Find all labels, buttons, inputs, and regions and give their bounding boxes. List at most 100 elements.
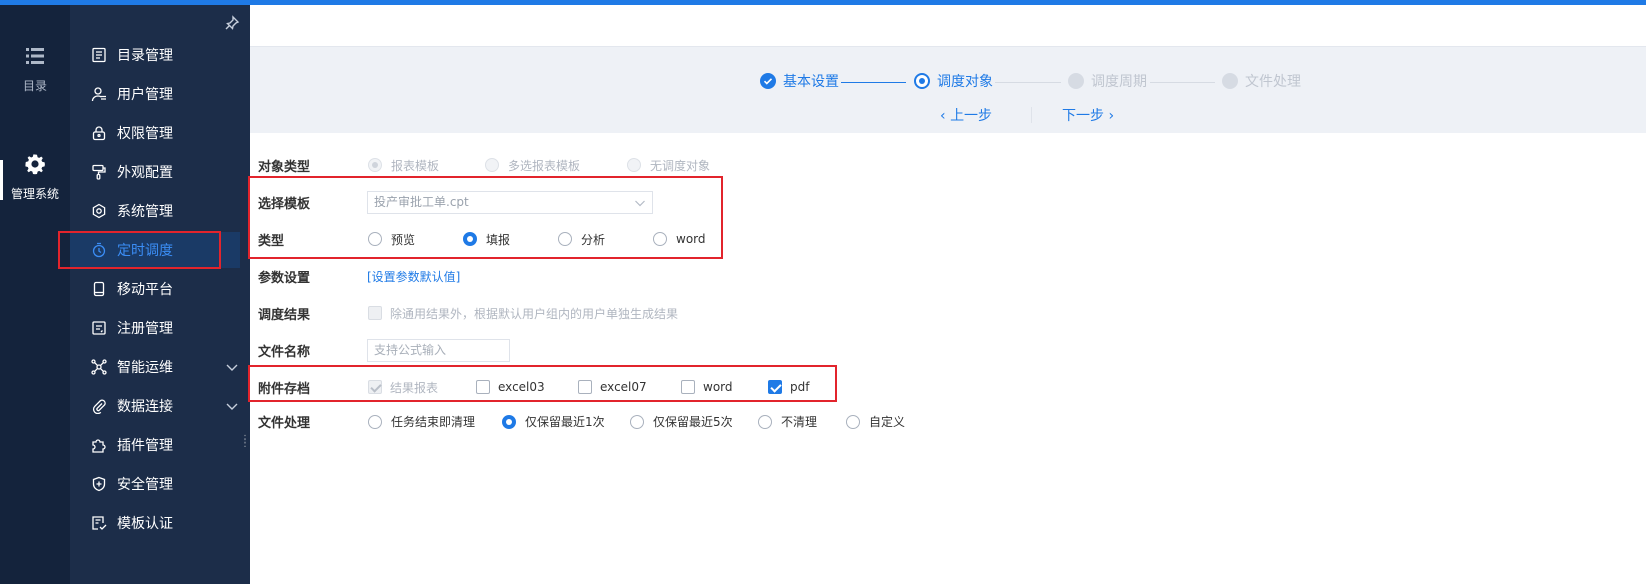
radio-circle [485, 158, 499, 172]
chevron-down-icon [226, 403, 238, 410]
step-scheduling-object[interactable]: 调度对象 [914, 71, 993, 91]
shield-icon [90, 475, 108, 493]
radio-label: 多选报表模板 [508, 158, 581, 173]
sidebar-item-label: 系统管理 [117, 204, 173, 220]
pending-step-icon [1222, 73, 1238, 89]
sidebar-item-mobile[interactable]: 移动平台 [70, 271, 240, 307]
checkbox-label: 除通用结果外，根据默认用户组内的用户单独生成结果 [390, 306, 679, 321]
sidebar-item-data-connection[interactable]: 数据连接 [70, 388, 240, 424]
filename-row: 文件名称 支持公式输入 [250, 338, 1646, 362]
resize-handle[interactable]: ⋮ ⋮ [240, 435, 250, 450]
radio-label: 报表模板 [391, 158, 440, 173]
radio-label: 仅保留最近1次 [525, 415, 605, 429]
sidebar-item-label: 安全管理 [117, 477, 173, 493]
pending-step-icon [1068, 73, 1084, 89]
header-strip [250, 5, 1646, 47]
step-file-processing[interactable]: 文件处理 [1222, 71, 1301, 91]
highlight-box-attachment [248, 365, 837, 402]
sidebar-item-permissions[interactable]: 权限管理 [70, 115, 240, 151]
object-type-multi-radio[interactable]: 多选报表模板 [485, 157, 580, 174]
rail-catalog-label: 目录 [22, 79, 47, 93]
gear-icon [25, 154, 45, 175]
radio-circle [630, 414, 644, 429]
rail-system-label: 管理系统 [10, 187, 59, 201]
sidebar-item-label: 用户管理 [117, 87, 173, 103]
sidebar-item-ops[interactable]: 智能运维 [70, 349, 240, 385]
pager-divider [1031, 107, 1032, 123]
sidebar-nav: 目录管理 用户管理 权限管理 外观配置 系统管理 定时调度 移动平台 注册管理 … [70, 5, 250, 584]
puzzle-icon [90, 436, 108, 454]
radio-circle [627, 158, 641, 172]
no-cleanup-radio[interactable]: 不清理 [758, 413, 817, 430]
custom-cleanup-radio[interactable]: 自定义 [846, 413, 905, 430]
settings-icon [90, 202, 108, 220]
object-type-none-radio[interactable]: 无调度对象 [627, 157, 710, 174]
chevron-left-icon: ‹ [940, 108, 951, 124]
sidebar-item-system[interactable]: 系统管理 [70, 193, 240, 229]
network-icon [90, 358, 108, 376]
radio-label: 仅保留最近5次 [653, 415, 733, 429]
file-processing-label: 文件处理 [258, 415, 311, 431]
main-panel: 基本设置 调度对象 调度周期 文件处理 ‹ 上一步 下一步 › 对象类型 报表模… [250, 5, 1646, 584]
radio-label: 不清理 [781, 415, 818, 429]
user-icon [90, 85, 108, 103]
pin-icon[interactable] [224, 15, 240, 31]
file-processing-row: 文件处理 任务结束即清理 仅保留最近1次 仅保留最近5次 不清理 自定义 [250, 409, 1646, 433]
sidebar-item-label: 模板认证 [117, 516, 173, 532]
brush-icon [90, 163, 108, 181]
step-label: 调度对象 [937, 74, 993, 90]
sidebar-item-label: 权限管理 [117, 126, 173, 142]
set-default-params-link[interactable]: [设置参数默认值] [367, 268, 460, 285]
keep-last-5-radio[interactable]: 仅保留最近5次 [630, 413, 733, 430]
params-label: 参数设置 [258, 270, 311, 286]
radio-circle [368, 414, 382, 429]
step-basic-settings[interactable]: 基本设置 [760, 71, 839, 91]
highlight-box-scheduler [58, 231, 221, 269]
next-step-button[interactable]: 下一步 › [1062, 105, 1114, 125]
sidebar-item-appearance[interactable]: 外观配置 [70, 154, 240, 190]
sidebar-item-label: 智能运维 [117, 360, 173, 376]
filename-input[interactable]: 支持公式输入 [367, 338, 510, 362]
certificate-icon [90, 514, 108, 532]
radio-circle [368, 158, 382, 172]
rail-catalog[interactable]: 目录 [0, 45, 70, 94]
per-user-result-checkbox[interactable]: 除通用结果外，根据默认用户组内的用户单独生成结果 [368, 305, 678, 322]
sidebar-item-registration[interactable]: 注册管理 [70, 310, 240, 346]
prev-step-button[interactable]: ‹ 上一步 [940, 105, 992, 125]
sidebar-item-label: 外观配置 [117, 165, 173, 181]
cleanup-on-finish-radio[interactable]: 任务结束即清理 [368, 413, 475, 430]
check-icon [760, 73, 776, 89]
filename-label: 文件名称 [258, 344, 311, 360]
wizard-steps: 基本设置 调度对象 调度周期 文件处理 [250, 71, 1646, 95]
chevron-down-icon [226, 364, 238, 371]
checkbox-box [368, 306, 382, 320]
lock-icon [90, 124, 108, 142]
radio-circle [758, 414, 772, 429]
sidebar-item-catalog[interactable]: 目录管理 [70, 37, 240, 73]
list-icon [26, 48, 44, 64]
sidebar-item-security[interactable]: 安全管理 [70, 466, 240, 502]
object-type-label: 对象类型 [258, 159, 311, 175]
rail-system[interactable]: 管理系统 [0, 153, 70, 202]
attachment-icon [90, 397, 108, 415]
chevron-right-icon: › [1104, 108, 1115, 124]
step-connector [841, 82, 906, 83]
current-step-icon [914, 73, 930, 89]
step-connector [1150, 82, 1215, 83]
next-step-label: 下一步 [1062, 108, 1104, 124]
catalog-icon [90, 46, 108, 64]
step-connector [995, 82, 1061, 83]
icon-rail: 目录 管理系统 [0, 5, 70, 584]
radio-label: 自定义 [869, 415, 906, 429]
keep-last-1-radio[interactable]: 仅保留最近1次 [502, 413, 605, 430]
object-type-report-radio[interactable]: 报表模板 [368, 157, 439, 174]
filename-placeholder: 支持公式输入 [374, 342, 447, 357]
step-schedule-period[interactable]: 调度周期 [1068, 71, 1147, 91]
sidebar-item-template-auth[interactable]: 模板认证 [70, 505, 240, 541]
sidebar-item-label: 插件管理 [117, 438, 173, 454]
radio-label: 无调度对象 [650, 158, 711, 173]
radio-label: 任务结束即清理 [391, 415, 476, 429]
sidebar-item-users[interactable]: 用户管理 [70, 76, 240, 112]
sidebar-item-plugins[interactable]: 插件管理 [70, 427, 240, 463]
sidebar-item-label: 目录管理 [117, 48, 173, 64]
